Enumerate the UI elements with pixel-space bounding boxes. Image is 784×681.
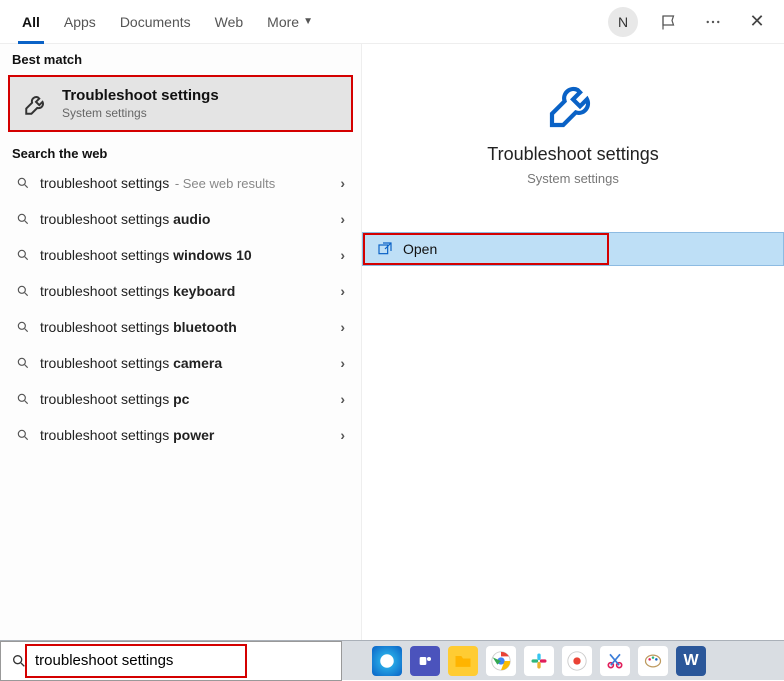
chevron-right-icon: › (340, 283, 345, 299)
chevron-right-icon: › (340, 175, 345, 191)
search-tabs: All Apps Documents Web More ▼ N ✕ (0, 0, 784, 44)
tab-label: Apps (64, 14, 96, 30)
search-icon (16, 428, 30, 442)
tab-label: Documents (120, 14, 191, 30)
taskbar-app-file-explorer[interactable] (448, 646, 478, 676)
search-icon (16, 248, 30, 262)
tab-apps[interactable]: Apps (52, 0, 108, 44)
web-result-text: troubleshoot settings camera (40, 355, 340, 371)
taskbar-app-paint[interactable] (638, 646, 668, 676)
taskbar-app-teams[interactable] (410, 646, 440, 676)
web-results-list: troubleshoot settings - See web results›… (0, 165, 361, 453)
chevron-right-icon: › (340, 247, 345, 263)
taskbar-app-chrome-canary[interactable] (562, 646, 592, 676)
preview-title: Troubleshoot settings (362, 144, 784, 165)
section-best-match: Best match (0, 44, 361, 71)
search-icon (16, 356, 30, 370)
web-result-text: troubleshoot settings windows 10 (40, 247, 340, 263)
chevron-right-icon: › (340, 211, 345, 227)
chevron-right-icon: › (340, 355, 345, 371)
highlight-annotation (363, 233, 609, 265)
taskbar-tray: W (372, 646, 706, 676)
taskbar-app-snipping-tool[interactable] (600, 646, 630, 676)
taskbar-app-word[interactable]: W (676, 646, 706, 676)
feedback-icon[interactable] (656, 9, 682, 35)
results-panel: Best match Troubleshoot settings System … (0, 44, 362, 640)
tab-label: All (22, 14, 40, 30)
open-icon (377, 241, 393, 257)
web-result-item[interactable]: troubleshoot settings audio› (0, 201, 361, 237)
wrench-icon (543, 74, 603, 134)
taskbar-app-chrome[interactable] (486, 646, 516, 676)
search-icon (11, 653, 27, 669)
web-result-text: troubleshoot settings pc (40, 391, 340, 407)
best-match-result[interactable]: Troubleshoot settings System settings (8, 75, 353, 132)
search-icon (16, 212, 30, 226)
section-search-web: Search the web (0, 138, 361, 165)
chevron-right-icon: › (340, 427, 345, 443)
chevron-right-icon: › (340, 391, 345, 407)
search-icon (16, 284, 30, 298)
best-match-subtitle: System settings (62, 106, 219, 120)
web-result-text: troubleshoot settings - See web results (40, 175, 340, 191)
web-result-item[interactable]: troubleshoot settings bluetooth› (0, 309, 361, 345)
web-result-text: troubleshoot settings bluetooth (40, 319, 340, 335)
taskbar-app-slack[interactable] (524, 646, 554, 676)
best-match-title: Troubleshoot settings (62, 87, 219, 104)
open-label: Open (403, 241, 437, 257)
search-input[interactable] (35, 652, 331, 669)
web-result-text: troubleshoot settings keyboard (40, 283, 340, 299)
search-icon (16, 320, 30, 334)
user-avatar[interactable]: N (608, 7, 638, 37)
tab-web[interactable]: Web (203, 0, 256, 44)
tab-more[interactable]: More ▼ (255, 0, 325, 44)
more-options-icon[interactable] (700, 9, 726, 35)
tab-label: More (267, 14, 299, 30)
tab-documents[interactable]: Documents (108, 0, 203, 44)
preview-panel: Troubleshoot settings System settings Op… (362, 44, 784, 640)
preview-subtitle: System settings (362, 171, 784, 186)
web-result-item[interactable]: troubleshoot settings camera› (0, 345, 361, 381)
close-button[interactable]: ✕ (744, 9, 770, 35)
search-icon (16, 176, 30, 190)
wrench-icon (22, 90, 50, 118)
chevron-down-icon: ▼ (303, 16, 313, 27)
web-result-text: troubleshoot settings audio (40, 211, 340, 227)
close-icon: ✕ (749, 11, 764, 32)
avatar-initial: N (618, 14, 628, 30)
web-result-item[interactable]: troubleshoot settings windows 10› (0, 237, 361, 273)
web-result-text: troubleshoot settings power (40, 427, 340, 443)
taskbar-search[interactable] (0, 641, 342, 681)
tab-label: Web (215, 14, 244, 30)
taskbar: W (0, 640, 784, 680)
web-result-item[interactable]: troubleshoot settings keyboard› (0, 273, 361, 309)
tab-all[interactable]: All (10, 0, 52, 44)
web-result-item[interactable]: troubleshoot settings - See web results› (0, 165, 361, 201)
web-result-item[interactable]: troubleshoot settings power› (0, 417, 361, 453)
chevron-right-icon: › (340, 319, 345, 335)
search-icon (16, 392, 30, 406)
open-action[interactable]: Open (362, 232, 784, 266)
taskbar-app-edge[interactable] (372, 646, 402, 676)
web-result-item[interactable]: troubleshoot settings pc› (0, 381, 361, 417)
